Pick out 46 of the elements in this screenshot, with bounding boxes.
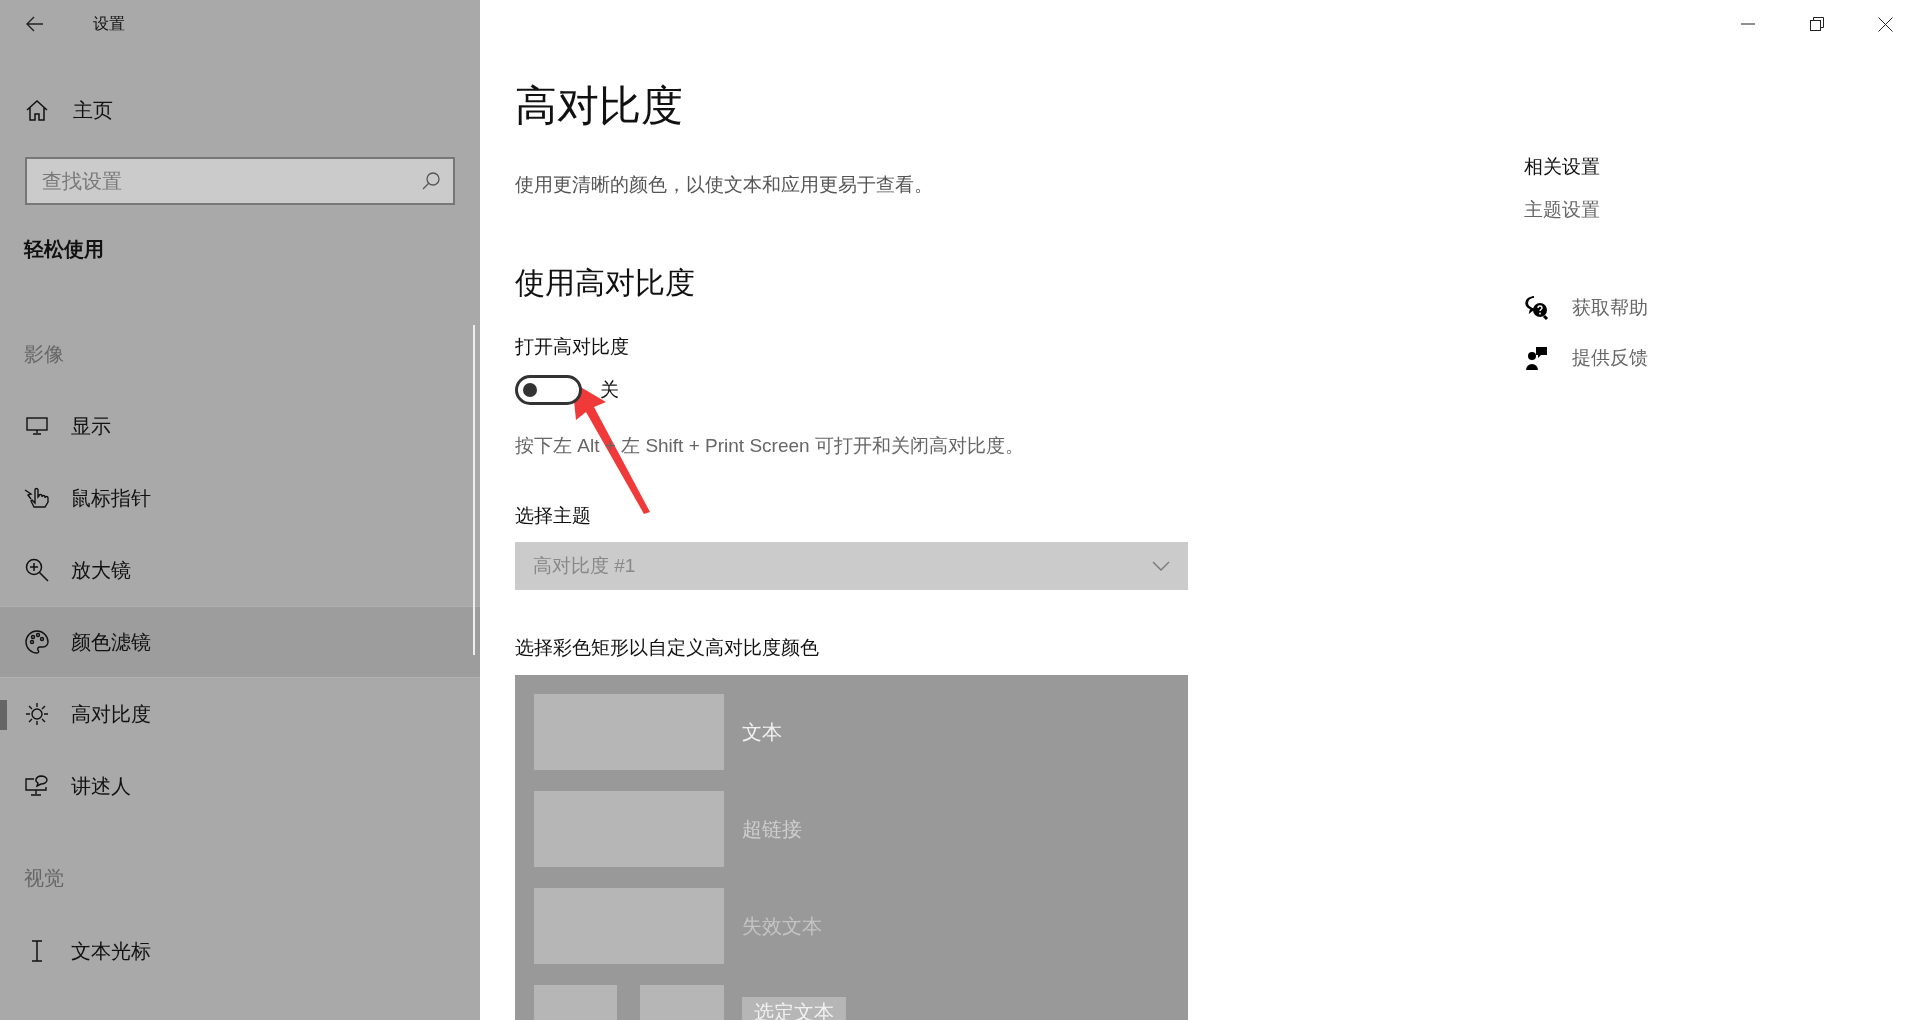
person-feedback-icon [1526, 345, 1548, 370]
nav-item[interactable]: 显示 [0, 390, 480, 462]
close-icon [1878, 16, 1893, 32]
related-heading: 相关设置 [1524, 155, 1601, 179]
color-swatch[interactable] [534, 693, 724, 770]
toggle-state: 关 [600, 377, 619, 402]
nav-item[interactable]: 高对比度 [0, 678, 480, 750]
feedback-link[interactable]: 提供反馈 [1524, 343, 1648, 372]
search-field[interactable]: 查找设置 [25, 157, 455, 205]
sun-icon [25, 702, 49, 726]
page-description: 使用更清晰的颜色，以使文本和应用更易于查看。 [515, 173, 934, 197]
chevron-down-icon [1152, 561, 1170, 571]
nav-item[interactable]: 文本光标 [0, 915, 480, 987]
monitor-speech-icon [25, 775, 49, 797]
nav-item[interactable]: 鼠标指针 [0, 462, 480, 534]
monitor-icon [26, 417, 48, 435]
theme-settings-link[interactable]: 主题设置 [1524, 195, 1648, 224]
nav-item[interactable]: 颜色滤镜 [0, 606, 480, 678]
page-title: 高对比度 [515, 81, 684, 131]
color-swatch[interactable] [534, 887, 724, 964]
zoom-in-icon [25, 558, 49, 582]
palette-icon [25, 630, 49, 654]
group-heading: 影像 [24, 342, 65, 367]
color-swatch[interactable] [534, 790, 724, 867]
nav-item[interactable]: 讲述人 [0, 750, 480, 822]
category-heading: 轻松使用 [24, 237, 105, 262]
scrollbar[interactable] [473, 325, 475, 655]
search-icon[interactable] [422, 172, 440, 190]
color-preview-label: 文本 [742, 719, 782, 745]
nav-item[interactable]: 放大镜 [0, 534, 480, 606]
back-arrow-icon [26, 16, 44, 32]
group-heading: 视觉 [24, 866, 65, 891]
restore-icon [1809, 17, 1824, 31]
window-title: 设置 [93, 14, 125, 34]
toggle-switch[interactable] [515, 375, 582, 405]
help-link[interactable]: 获取帮助 [1524, 294, 1648, 323]
text-cursor-icon [31, 940, 43, 962]
home-icon [26, 99, 48, 121]
section-heading: 使用高对比度 [515, 264, 696, 301]
toggle-label: 打开高对比度 [515, 334, 630, 359]
minimize-icon [1740, 23, 1755, 25]
home-nav-item[interactable]: 主页 [0, 85, 480, 135]
hand-pointer-icon [24, 487, 50, 509]
theme-label: 选择主题 [515, 503, 592, 528]
colors-label: 选择彩色矩形以自定义高对比度颜色 [515, 636, 820, 660]
help-chat-icon [1525, 296, 1549, 321]
